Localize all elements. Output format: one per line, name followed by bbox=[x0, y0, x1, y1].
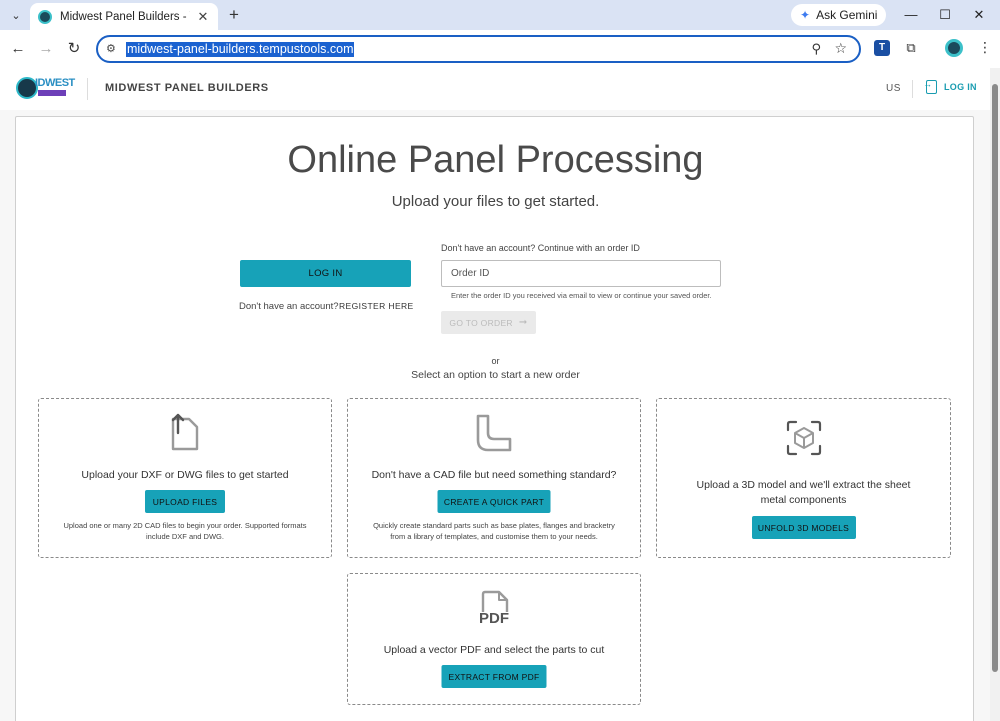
page-title: Online Panel Processing bbox=[287, 139, 704, 181]
reload-icon[interactable]: ↻ bbox=[64, 39, 84, 59]
upload-files-button[interactable]: UPLOAD FILES bbox=[145, 490, 225, 513]
logo-bar bbox=[38, 90, 66, 96]
close-window-icon[interactable]: ✕ bbox=[970, 6, 988, 24]
login-button[interactable]: LOG IN bbox=[240, 260, 411, 287]
tab-search-button[interactable]: ⌄ bbox=[6, 5, 26, 25]
page-subtitle: Upload your files to get started. bbox=[391, 193, 600, 210]
zoom-icon[interactable]: ⚲ bbox=[811, 41, 821, 57]
midwest-logo[interactable]: IDWEST bbox=[16, 77, 75, 99]
header-login-link[interactable]: LOG IN bbox=[923, 79, 977, 94]
option-description: Upload one or many 2D CAD files to begin… bbox=[63, 521, 307, 541]
upload-file-icon bbox=[171, 413, 199, 451]
tab-title: Midwest Panel Builders - Web S bbox=[60, 10, 190, 23]
3d-cube-icon bbox=[786, 420, 821, 456]
option-upload-files: Upload your DXF or DWG files to get star… bbox=[38, 398, 332, 558]
header-divider bbox=[87, 78, 88, 100]
pdf-file-icon: PDF bbox=[477, 590, 511, 630]
site-favicon-icon bbox=[38, 9, 52, 24]
order-id-help: Enter the order ID you received via emai… bbox=[451, 291, 712, 300]
browser-tabstrip: ⌄ Midwest Panel Builders - Web S ✕ + ✦ A… bbox=[0, 0, 1000, 30]
main-card: Online Panel Processing Upload your file… bbox=[15, 116, 974, 721]
url-text[interactable]: midwest-panel-builders.tempustools.com bbox=[126, 42, 355, 57]
site-info-icon[interactable]: ⚙ bbox=[106, 42, 116, 55]
create-quick-part-button[interactable]: CREATE A QUICK PART bbox=[437, 490, 551, 513]
or-separator: or bbox=[491, 356, 500, 366]
browser-tab[interactable]: Midwest Panel Builders - Web S ✕ bbox=[30, 3, 218, 30]
back-arrow-icon[interactable]: ← bbox=[8, 39, 28, 59]
option-title: Upload your DXF or DWG files to get star… bbox=[81, 469, 289, 481]
web-page: IDWEST MIDWEST PANEL BUILDERS US LOG IN … bbox=[0, 68, 1000, 721]
register-link[interactable]: REGISTER HERE bbox=[339, 301, 414, 311]
browser-menu-icon[interactable]: ⋮ bbox=[978, 39, 992, 56]
region-selector[interactable]: US bbox=[886, 83, 901, 94]
gemini-sparkle-icon: ✦ bbox=[800, 8, 811, 22]
maximize-icon[interactable]: ☐ bbox=[936, 6, 954, 24]
header-login-label: LOG IN bbox=[944, 82, 977, 92]
go-to-order-label: GO TO ORDER bbox=[449, 317, 513, 328]
minimize-icon[interactable]: — bbox=[902, 6, 920, 24]
no-account-text: Don't have an account? bbox=[239, 301, 339, 312]
arrow-right-icon: ➞ bbox=[518, 317, 528, 328]
profile-avatar[interactable] bbox=[945, 39, 963, 57]
login-icon bbox=[923, 79, 937, 94]
option-title: Upload a vector PDF and select the parts… bbox=[383, 644, 605, 656]
option-quick-part: Don't have a CAD file but need something… bbox=[347, 398, 641, 558]
order-id-input[interactable] bbox=[441, 260, 721, 287]
option-unfold-3d: Upload a 3D model and we'll extract the … bbox=[656, 398, 951, 558]
tab-close-icon[interactable]: ✕ bbox=[196, 9, 210, 25]
go-to-order-button[interactable]: GO TO ORDER ➞ bbox=[441, 311, 536, 334]
option-title: Upload a 3D model and we'll extract the … bbox=[696, 479, 911, 506]
scrollbar-thumb[interactable] bbox=[992, 84, 998, 672]
header-divider bbox=[912, 80, 913, 98]
forward-arrow-icon[interactable]: → bbox=[36, 39, 56, 59]
extract-from-pdf-button[interactable]: EXTRACT FROM PDF bbox=[441, 665, 547, 688]
new-tab-icon[interactable]: + bbox=[225, 5, 243, 25]
option-extract-pdf: PDF Upload a vector PDF and select the p… bbox=[347, 573, 641, 705]
unfold-3d-models-button[interactable]: UNFOLD 3D MODELS bbox=[751, 516, 856, 539]
bookmark-star-icon[interactable]: ☆ bbox=[834, 40, 847, 57]
address-bar[interactable]: ⚙ midwest-panel-builders.tempustools.com… bbox=[96, 35, 861, 63]
l-bracket-icon bbox=[476, 414, 512, 452]
browser-toolbar: ← → ↻ ⚙ midwest-panel-builders.tempustoo… bbox=[0, 30, 1000, 68]
extensions-puzzle-icon[interactable]: ⧉ bbox=[903, 40, 919, 56]
order-id-heading: Don't have an account? Continue with an … bbox=[441, 243, 640, 253]
pdf-icon-label: PDF bbox=[479, 610, 509, 627]
tempus-extension-icon[interactable]: T bbox=[874, 40, 890, 56]
logo-wordmark: IDWEST bbox=[35, 77, 75, 89]
option-title: Don't have a CAD file but need something… bbox=[371, 469, 617, 481]
brand-name: MIDWEST PANEL BUILDERS bbox=[105, 82, 269, 94]
select-option-text: Select an option to start a new order bbox=[411, 369, 580, 381]
option-description: Quickly create standard parts such as ba… bbox=[373, 521, 615, 541]
ask-gemini-label: Ask Gemini bbox=[816, 8, 878, 22]
site-header: IDWEST MIDWEST PANEL BUILDERS US LOG IN bbox=[0, 68, 990, 110]
page-scrollbar[interactable] bbox=[990, 68, 1000, 721]
ask-gemini-button[interactable]: ✦ Ask Gemini bbox=[791, 4, 887, 26]
